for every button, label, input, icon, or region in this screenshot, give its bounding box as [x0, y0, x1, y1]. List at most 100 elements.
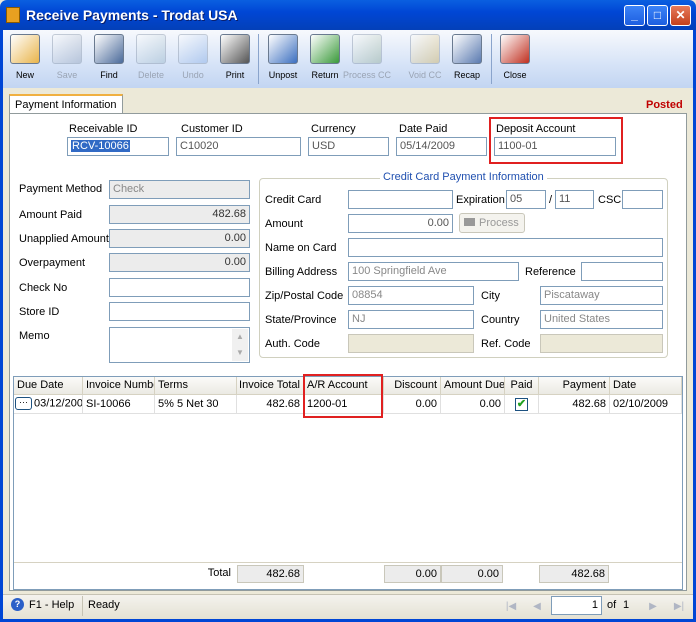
save-icon — [52, 34, 82, 64]
ref-code-label: Ref. Code — [481, 338, 531, 350]
maximize-button[interactable]: □ — [647, 5, 668, 26]
credit-card-label: Credit Card — [265, 194, 322, 206]
csc-field[interactable] — [622, 190, 663, 209]
column-header-invoice-number[interactable]: Invoice Number — [83, 377, 155, 395]
deposit-account-field[interactable]: 1100-01 — [494, 137, 616, 156]
undo-icon — [178, 34, 208, 64]
cc-amount-field[interactable]: 0.00 — [348, 214, 453, 233]
help-label[interactable]: F1 - Help — [29, 599, 74, 611]
close-window-icon — [500, 34, 530, 64]
expiration-separator: / — [549, 194, 553, 206]
app-icon — [6, 7, 20, 23]
binoculars-icon — [94, 34, 124, 64]
total-discount: 0.00 — [384, 565, 441, 583]
column-header-terms[interactable]: Terms — [155, 377, 237, 395]
column-header-discount[interactable]: Discount — [384, 377, 441, 395]
card-icon — [464, 218, 475, 226]
expiration-month-field[interactable]: 05 — [506, 190, 546, 209]
ellipsis-button[interactable]: ··· — [15, 397, 32, 410]
page-of-label: of — [607, 599, 617, 611]
memo-scrollbar[interactable]: ▲ ▼ — [232, 329, 248, 361]
auth-code-field — [348, 334, 474, 353]
currency-label: Currency — [311, 123, 356, 135]
cc-amount-label: Amount — [265, 218, 303, 230]
currency-field[interactable]: USD — [308, 137, 389, 156]
column-header-payment[interactable]: Payment — [539, 377, 610, 395]
cell-paid[interactable]: ✔ — [505, 395, 539, 414]
cell-due-date[interactable]: ···03/12/2009 — [14, 395, 83, 414]
column-header-invoice-total[interactable]: Invoice Total — [237, 377, 304, 395]
auth-code-label: Auth. Code — [265, 338, 321, 350]
cell-date[interactable]: 02/10/2009 — [610, 395, 682, 414]
check-no-label: Check No — [19, 282, 68, 294]
country-field[interactable]: United States — [540, 310, 663, 329]
receivable-id-field[interactable]: RCV-10066 — [67, 137, 169, 156]
last-page-icon[interactable]: ▶| — [670, 599, 688, 615]
tab-payment-information[interactable]: Payment Information — [9, 94, 123, 114]
page-input[interactable]: 1 — [551, 596, 602, 615]
printer-icon — [220, 34, 250, 64]
customer-id-field[interactable]: C10020 — [176, 137, 301, 156]
billing-address-field[interactable]: 100 Springfield Ave — [348, 262, 519, 281]
amount-paid-label: Amount Paid — [19, 209, 82, 221]
expiration-year-field[interactable]: 11 — [555, 190, 594, 209]
name-on-card-label: Name on Card — [265, 242, 337, 254]
cell-invoice-total[interactable]: 482.68 — [237, 395, 304, 414]
minimize-button[interactable]: _ — [624, 5, 645, 26]
column-header-paid[interactable]: Paid — [505, 377, 539, 395]
unapplied-amount-label: Unapplied Amount — [19, 233, 109, 245]
payment-method-field[interactable]: Check — [109, 180, 250, 199]
cell-amount-due[interactable]: 0.00 — [441, 395, 505, 414]
reference-label: Reference — [525, 266, 576, 278]
next-page-icon[interactable]: ▶ — [644, 599, 662, 615]
unapplied-amount-field: 0.00 — [109, 229, 250, 248]
print-button[interactable]: Print — [214, 32, 256, 86]
check-no-field[interactable] — [109, 278, 250, 297]
cell-discount[interactable]: 0.00 — [384, 395, 441, 414]
state-field[interactable]: NJ — [348, 310, 474, 329]
cell-terms[interactable]: 5% 5 Net 30 — [155, 395, 237, 414]
credit-card-field[interactable] — [348, 190, 453, 209]
memo-field[interactable] — [109, 327, 250, 363]
csc-label: CSC — [598, 194, 622, 206]
receivable-id-label: Receivable ID — [69, 123, 138, 135]
zip-field[interactable]: 08854 — [348, 286, 474, 305]
process-cc-icon — [352, 34, 382, 64]
process-button[interactable]: Process — [459, 213, 525, 233]
reference-field[interactable] — [581, 262, 663, 281]
column-header-due-date[interactable]: Due Date — [14, 377, 83, 395]
close-window-button[interactable]: ✕ — [670, 5, 691, 26]
city-field[interactable]: Piscataway — [540, 286, 663, 305]
return-icon — [310, 34, 340, 64]
date-paid-field[interactable]: 05/14/2009 — [396, 137, 487, 156]
process-cc-button[interactable]: Process CC — [343, 32, 391, 86]
previous-page-icon[interactable]: ◀ — [528, 599, 546, 615]
first-page-icon[interactable]: |◀ — [502, 599, 520, 615]
total-invoice: 482.68 — [237, 565, 304, 583]
total-pages: 1 — [623, 599, 630, 611]
cell-payment[interactable]: 482.68 — [539, 395, 610, 414]
ref-code-field — [540, 334, 663, 353]
status-text: Ready — [88, 599, 120, 611]
due-date-value: 03/12/2009 — [34, 397, 83, 410]
city-label: City — [481, 290, 500, 302]
amount-paid-field[interactable]: 482.68 — [109, 205, 250, 224]
store-id-field[interactable] — [109, 302, 250, 321]
expiration-label: Expiration — [456, 194, 505, 206]
credit-card-group-title: Credit Card Payment Information — [380, 171, 547, 183]
help-icon[interactable]: ? — [11, 598, 24, 611]
state-label: State/Province — [265, 314, 337, 326]
toolbar-label: Process CC — [342, 70, 391, 80]
unpost-icon — [268, 34, 298, 64]
name-on-card-field[interactable] — [348, 238, 663, 257]
column-header-date[interactable]: Date — [610, 377, 682, 395]
close-button[interactable]: Close — [494, 32, 536, 86]
toolbar-label: Close — [503, 70, 527, 80]
status-divider — [82, 596, 83, 616]
total-label: Total — [207, 567, 231, 579]
paid-checkbox[interactable]: ✔ — [515, 398, 528, 411]
recap-button[interactable]: Recap — [446, 32, 488, 86]
country-label: Country — [481, 314, 520, 326]
column-header-amount-due[interactable]: Amount Due — [441, 377, 505, 395]
cell-invoice-number[interactable]: SI-10066 — [83, 395, 155, 414]
